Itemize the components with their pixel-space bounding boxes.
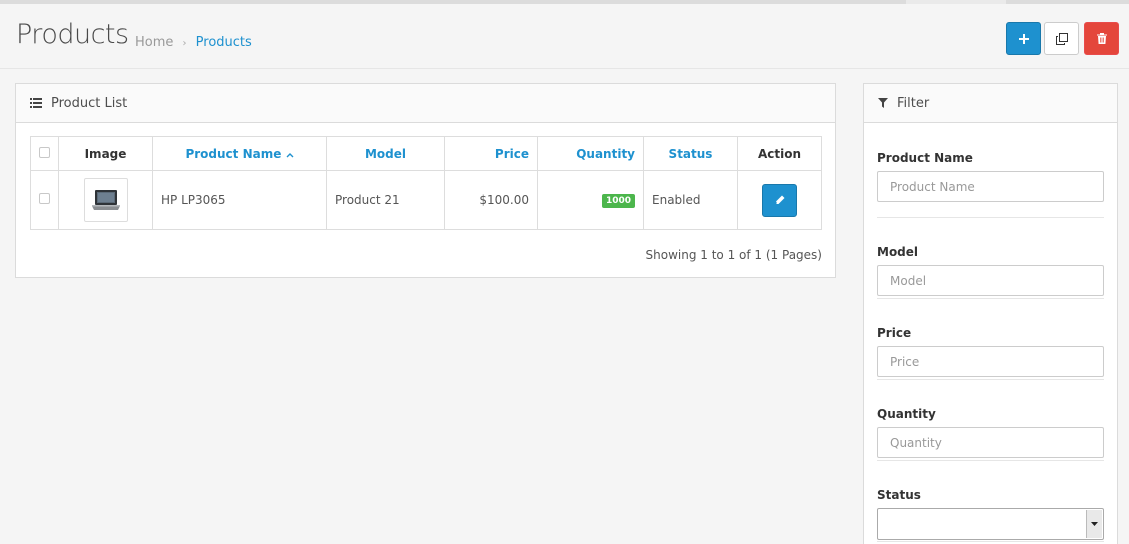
copy-icon [1055, 32, 1068, 45]
trash-icon [1096, 33, 1107, 44]
filter-body: Product Name Product Name Model Model Pr… [864, 123, 1117, 542]
filter-group-product-name: Product Name Product Name [877, 123, 1104, 218]
filter-title: Filter [897, 95, 930, 111]
filter-heading: Filter [864, 84, 1117, 123]
product-model-cell: Product 21 [326, 170, 445, 230]
delete-button[interactable] [1084, 22, 1119, 55]
price-label: Price [877, 326, 912, 340]
model-label: Model [877, 245, 919, 259]
sort-price-link[interactable]: Price [495, 147, 529, 161]
column-action: Action [737, 136, 822, 171]
product-list-heading: Product List [16, 84, 835, 123]
product-thumbnail[interactable] [83, 178, 128, 222]
product-table: Image Product Name Model Price Quantity … [30, 136, 822, 230]
status-label: Status [877, 488, 921, 502]
dropdown-arrow-icon[interactable] [1086, 510, 1102, 538]
product-quantity-cell: 1000 [537, 170, 644, 230]
filter-group-price: Price Price [877, 299, 1104, 380]
column-model[interactable]: Model [326, 136, 445, 171]
table-row: HP LP3065 Product 21 $100.00 1000 Enable… [30, 170, 822, 230]
model-input[interactable]: Model [877, 265, 1104, 296]
product-name-label: Product Name [877, 151, 973, 165]
add-new-button[interactable] [1006, 22, 1041, 55]
table-header-row: Image Product Name Model Price Quantity … [30, 136, 822, 171]
sort-status-link[interactable]: Status [669, 147, 713, 161]
select-all-cell [30, 136, 59, 171]
list-icon [30, 98, 42, 108]
product-image-cell [58, 170, 153, 230]
edit-button[interactable] [762, 183, 797, 217]
quantity-input[interactable]: Quantity [877, 427, 1104, 458]
column-price[interactable]: Price [444, 136, 538, 171]
filter-panel: Filter Product Name Product Name Model M… [863, 83, 1118, 544]
product-action-cell [737, 170, 822, 230]
product-status-cell: Enabled [643, 170, 738, 230]
price-input[interactable]: Price [877, 346, 1104, 377]
filter-group-model: Model Model [877, 218, 1104, 299]
laptop-thumbnail-icon [91, 190, 120, 210]
breadcrumb-products[interactable]: Products [196, 35, 252, 50]
page-header: Products Home › Products [0, 4, 1129, 69]
copy-button[interactable] [1044, 22, 1079, 55]
sort-asc-icon [286, 152, 294, 157]
filter-group-status: Status [877, 461, 1104, 542]
product-price-cell: $100.00 [444, 170, 538, 230]
sort-model-link[interactable]: Model [365, 147, 406, 161]
column-image: Image [58, 136, 153, 171]
page-title: Products [16, 19, 129, 50]
column-status[interactable]: Status [643, 136, 738, 171]
sort-quantity-link[interactable]: Quantity [576, 147, 635, 161]
quantity-badge: 1000 [601, 194, 635, 208]
column-product-name[interactable]: Product Name [152, 136, 327, 171]
breadcrumb-home[interactable]: Home [135, 35, 173, 50]
breadcrumb-separator: › [182, 38, 187, 49]
pencil-icon [775, 195, 784, 205]
filter-group-quantity: Quantity Quantity [877, 380, 1104, 461]
breadcrumb: Home › Products [135, 35, 252, 50]
filter-icon [878, 98, 888, 108]
product-name-cell: HP LP3065 [152, 170, 327, 230]
product-list-panel: Product List Image Product Name Model Pr… [15, 83, 836, 278]
row-checkbox[interactable] [39, 193, 50, 204]
pagination-info: Showing 1 to 1 of 1 (1 Pages) [645, 248, 822, 262]
sort-product-name-link[interactable]: Product Name [185, 147, 281, 161]
product-list-title: Product List [51, 95, 128, 111]
plus-icon [1018, 33, 1029, 44]
product-name-input[interactable]: Product Name [877, 171, 1104, 202]
column-quantity[interactable]: Quantity [537, 136, 644, 171]
select-all-checkbox[interactable] [39, 146, 50, 158]
row-select-cell [30, 170, 59, 230]
quantity-label: Quantity [877, 407, 936, 421]
status-select[interactable] [877, 508, 1104, 540]
